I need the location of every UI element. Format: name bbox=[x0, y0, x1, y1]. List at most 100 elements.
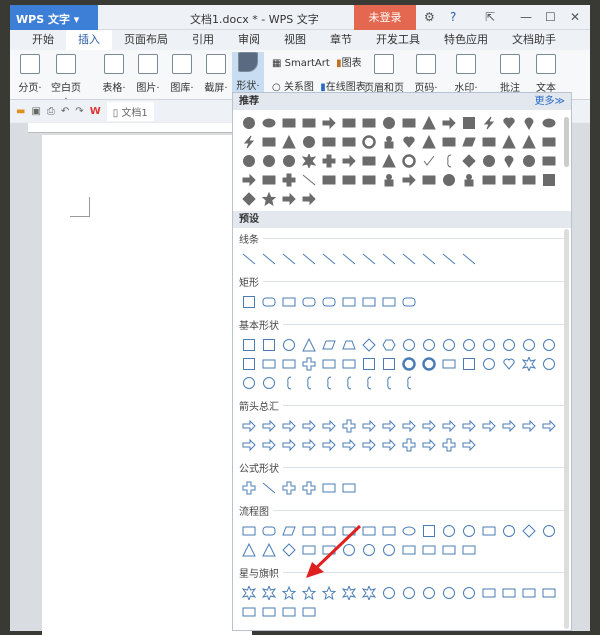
recommended-shape-arrow-icon[interactable] bbox=[439, 113, 459, 132]
recommended-shape-arrow-icon[interactable] bbox=[319, 113, 339, 132]
recommended-shape-circle-icon[interactable] bbox=[279, 151, 299, 170]
recommended-shape-circle-icon[interactable] bbox=[299, 132, 319, 151]
preset-shape-arrow-icon[interactable] bbox=[259, 435, 279, 454]
preset-shape-rect-icon[interactable] bbox=[379, 521, 399, 540]
recommended-shape-ring-icon[interactable] bbox=[399, 151, 419, 170]
skin-icon[interactable]: ⚙ bbox=[424, 10, 435, 24]
recommended-shape-diamond-icon[interactable] bbox=[459, 151, 479, 170]
ribbon-button-0[interactable]: 分页· bbox=[14, 54, 46, 94]
preset-shape-diamond-icon[interactable] bbox=[519, 521, 539, 540]
close-icon[interactable]: ✕ bbox=[570, 10, 580, 24]
preset-shape-tri-icon[interactable] bbox=[259, 540, 279, 559]
preset-shape-line-icon[interactable] bbox=[419, 249, 439, 268]
preset-shape-circle-icon[interactable] bbox=[539, 521, 559, 540]
preset-shape-rect-icon[interactable] bbox=[339, 354, 359, 373]
document-page[interactable] bbox=[42, 135, 252, 635]
preset-shape-arrow-icon[interactable] bbox=[399, 416, 419, 435]
preset-shape-line-icon[interactable] bbox=[399, 249, 419, 268]
preset-shape-line-icon[interactable] bbox=[459, 249, 479, 268]
preset-shape-arrow-icon[interactable] bbox=[379, 435, 399, 454]
preset-shape-rrect-icon[interactable] bbox=[259, 292, 279, 311]
preset-shape-square-icon[interactable] bbox=[239, 354, 259, 373]
preset-shape-circle-icon[interactable] bbox=[459, 583, 479, 602]
recommended-shape-rect-icon[interactable] bbox=[399, 113, 419, 132]
recommended-shape-bolt-icon[interactable] bbox=[239, 132, 259, 151]
preset-shape-rect-icon[interactable] bbox=[339, 292, 359, 311]
preset-shape-plus-icon[interactable] bbox=[299, 354, 319, 373]
preset-shape-arrow-icon[interactable] bbox=[519, 416, 539, 435]
preset-shape-brace-icon[interactable] bbox=[379, 373, 399, 392]
preset-shape-circle-icon[interactable] bbox=[419, 335, 439, 354]
recommended-shape-rect-icon[interactable] bbox=[479, 132, 499, 151]
preset-shape-arrow-icon[interactable] bbox=[299, 416, 319, 435]
tab-3[interactable]: 引用 bbox=[180, 30, 226, 50]
recommended-shape-circle-icon[interactable] bbox=[519, 151, 539, 170]
preset-shape-circle-icon[interactable] bbox=[279, 335, 299, 354]
preset-shape-arrow-icon[interactable] bbox=[439, 416, 459, 435]
redo-icon[interactable]: ↷ bbox=[75, 106, 83, 117]
preset-shape-arrow-icon[interactable] bbox=[319, 416, 339, 435]
recommended-shape-rect-icon[interactable] bbox=[479, 170, 499, 189]
tab-1[interactable]: 插入 bbox=[66, 30, 112, 50]
preset-shape-circle-icon[interactable] bbox=[399, 583, 419, 602]
recommended-shape-brace-icon[interactable] bbox=[439, 151, 459, 170]
preset-shape-circle-icon[interactable] bbox=[459, 335, 479, 354]
preset-shape-plus-icon[interactable] bbox=[439, 435, 459, 454]
preset-shape-rrect-icon[interactable] bbox=[259, 521, 279, 540]
preset-shape-circle-icon[interactable] bbox=[259, 373, 279, 392]
preset-shape-circle-icon[interactable] bbox=[379, 583, 399, 602]
recommended-shape-tri-icon[interactable] bbox=[419, 132, 439, 151]
preset-shape-tri-icon[interactable] bbox=[239, 540, 259, 559]
recommended-shape-oval-icon[interactable] bbox=[539, 113, 559, 132]
preset-shape-diamond-icon[interactable] bbox=[279, 540, 299, 559]
preset-shape-sun-icon[interactable] bbox=[519, 354, 539, 373]
tab-2[interactable]: 页面布局 bbox=[112, 30, 180, 50]
ribbon-button-1[interactable]: 空白页· bbox=[50, 54, 82, 105]
recommended-shape-rect-icon[interactable] bbox=[279, 113, 299, 132]
preset-shape-para-icon[interactable] bbox=[279, 521, 299, 540]
recommended-shape-square-icon[interactable] bbox=[539, 170, 559, 189]
preset-shape-arrow-icon[interactable] bbox=[499, 416, 519, 435]
recommended-shape-circle-icon[interactable] bbox=[239, 113, 259, 132]
ribbon-button-9[interactable]: 水印· bbox=[450, 54, 482, 94]
preset-shape-plus-icon[interactable] bbox=[339, 416, 359, 435]
restore-icon[interactable]: ⇱ bbox=[485, 10, 495, 24]
undo-icon[interactable]: ↶ bbox=[61, 106, 69, 117]
preset-shape-rect-icon[interactable] bbox=[279, 602, 299, 621]
preset-shape-diamond-icon[interactable] bbox=[359, 335, 379, 354]
ribbon-button-8[interactable]: 页码· bbox=[410, 54, 442, 94]
preset-shape-circle-icon[interactable] bbox=[419, 583, 439, 602]
preset-shape-sun-icon[interactable] bbox=[239, 583, 259, 602]
preset-shape-square-icon[interactable] bbox=[419, 521, 439, 540]
recommended-shape-oval-icon[interactable] bbox=[259, 113, 279, 132]
preset-shape-circle-icon[interactable] bbox=[479, 354, 499, 373]
recommended-shape-rect-icon[interactable] bbox=[259, 132, 279, 151]
preset-shape-brace-icon[interactable] bbox=[359, 373, 379, 392]
preset-shape-arrow-icon[interactable] bbox=[259, 416, 279, 435]
recommended-shape-sun-icon[interactable] bbox=[299, 151, 319, 170]
preset-shape-plus-icon[interactable] bbox=[279, 478, 299, 497]
preset-shape-rect-icon[interactable] bbox=[439, 540, 459, 559]
preset-shape-square-icon[interactable] bbox=[239, 292, 259, 311]
recommended-shape-rect-icon[interactable] bbox=[259, 170, 279, 189]
preset-shape-circle-icon[interactable] bbox=[499, 521, 519, 540]
preset-shape-circle-icon[interactable] bbox=[379, 540, 399, 559]
preset-shape-arrow-icon[interactable] bbox=[299, 435, 319, 454]
recommended-shape-arrow-icon[interactable] bbox=[299, 189, 319, 208]
tab-4[interactable]: 审阅 bbox=[226, 30, 272, 50]
preset-shape-heart-icon[interactable] bbox=[499, 354, 519, 373]
preset-shape-arrow-icon[interactable] bbox=[239, 416, 259, 435]
recommended-shape-person-icon[interactable] bbox=[379, 132, 399, 151]
preset-shape-arrow-icon[interactable] bbox=[319, 435, 339, 454]
preset-shape-square-icon[interactable] bbox=[359, 354, 379, 373]
preset-shape-rect-icon[interactable] bbox=[539, 583, 559, 602]
ribbon-button-5[interactable]: 截屏· bbox=[200, 54, 232, 94]
preset-shape-circle-icon[interactable] bbox=[519, 335, 539, 354]
preset-shape-circle-icon[interactable] bbox=[479, 335, 499, 354]
tab-9[interactable]: 文档助手 bbox=[500, 30, 568, 50]
recommended-shape-tri-icon[interactable] bbox=[499, 132, 519, 151]
preset-shape-rect-icon[interactable] bbox=[359, 292, 379, 311]
ribbon-button-3[interactable]: 图片· bbox=[132, 54, 164, 94]
preset-shape-brace-icon[interactable] bbox=[339, 373, 359, 392]
recommended-shape-rect-icon[interactable] bbox=[539, 151, 559, 170]
